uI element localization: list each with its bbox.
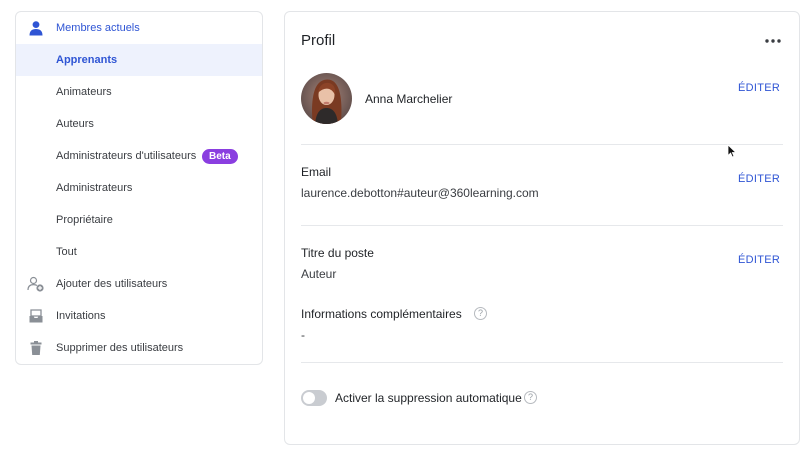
user-full-name: Anna Marchelier (365, 92, 453, 106)
sidebar-item-invitations[interactable]: Invitations (16, 300, 262, 332)
sidebar-item-label: Membres actuels (56, 22, 140, 34)
edit-email-button[interactable]: ÉDITER (738, 173, 780, 185)
edit-job-title-button[interactable]: ÉDITER (738, 254, 780, 266)
sidebar-item-label: Ajouter des utilisateurs (56, 278, 168, 290)
section-divider (301, 144, 783, 145)
sidebar-item-admins[interactable]: Administrateurs (16, 172, 262, 204)
sidebar-item-current-members[interactable]: Membres actuels (16, 12, 262, 44)
sidebar-item-label: Tout (56, 246, 77, 258)
sidebar-item-authors[interactable]: Auteurs (16, 108, 262, 140)
toggle-knob (303, 392, 315, 404)
members-sidebar: Membres actuels Apprenants Animateurs Au… (15, 11, 263, 365)
sidebar-item-facilitators[interactable]: Animateurs (16, 76, 262, 108)
auto-delete-toggle[interactable] (301, 390, 327, 406)
edit-name-button[interactable]: ÉDITER (738, 82, 780, 94)
sidebar-item-learners[interactable]: Apprenants (16, 44, 262, 76)
more-horizontal-icon (765, 39, 781, 43)
sidebar-item-label: Invitations (56, 310, 106, 322)
sidebar-item-label: Supprimer des utilisateurs (56, 342, 184, 354)
help-icon[interactable]: ? (524, 391, 537, 404)
mouse-cursor-icon (727, 144, 737, 158)
inbox-icon (26, 306, 46, 326)
more-options-button[interactable] (761, 34, 785, 48)
section-divider (301, 362, 783, 363)
sidebar-item-label: Administrateurs (56, 182, 133, 194)
profile-card: Profil Anna Marchelier ÉDITER Email laur… (284, 11, 800, 445)
page-title: Profil (301, 32, 336, 49)
sidebar-item-label: Apprenants (56, 54, 118, 66)
job-title-value: Auteur (301, 267, 337, 281)
sidebar-item-label: Administrateurs d'utilisateurs (56, 150, 197, 162)
add-user-icon (26, 274, 46, 294)
help-icon[interactable]: ? (474, 307, 487, 320)
auto-delete-label: Activer la suppression automatique (335, 391, 522, 405)
job-title-label: Titre du poste (301, 246, 374, 260)
trash-icon (26, 338, 46, 358)
user-icon (26, 18, 46, 38)
sidebar-item-label: Propriétaire (56, 214, 113, 226)
additional-info-label: Informations complémentaires (301, 307, 462, 321)
sidebar-item-delete-users[interactable]: Supprimer des utilisateurs (16, 332, 262, 364)
sidebar-item-label: Animateurs (56, 86, 112, 98)
sidebar-item-label: Auteurs (56, 118, 94, 130)
sidebar-item-add-users[interactable]: Ajouter des utilisateurs (16, 268, 262, 300)
sidebar-item-user-admins[interactable]: Administrateurs d'utilisateurs Beta (16, 140, 262, 172)
beta-badge: Beta (202, 148, 238, 164)
additional-info-value: - (301, 328, 305, 342)
email-value: laurence.debotton#auteur@360learning.com (301, 186, 539, 200)
section-divider (301, 225, 783, 226)
sidebar-item-all[interactable]: Tout (16, 236, 262, 268)
sidebar-item-owner[interactable]: Propriétaire (16, 204, 262, 236)
email-label: Email (301, 165, 332, 179)
avatar (301, 73, 352, 124)
